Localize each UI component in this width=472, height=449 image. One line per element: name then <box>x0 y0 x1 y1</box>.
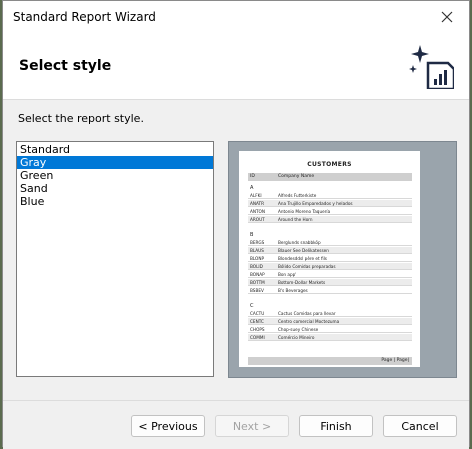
finish-button[interactable]: Finish <box>299 415 373 437</box>
previous-button[interactable]: < Previous <box>131 415 205 437</box>
close-icon <box>441 11 453 23</box>
table-row: BLONP Blondesddsl père et fils <box>248 255 412 262</box>
instruction-text: Select the report style. <box>18 112 144 125</box>
preview-report-title: CUSTOMERS <box>307 161 352 168</box>
group-header-b: B <box>250 232 254 238</box>
preview-page-footer: Page | Page| <box>248 357 412 365</box>
table-row: BSBEV B's Beverages <box>248 287 412 294</box>
group-header-a: A <box>250 185 254 191</box>
table-row: BOTTM Bottom-Dollar Markets <box>248 279 412 286</box>
table-row: CACTU Cactus Comidas para llevar <box>248 310 412 317</box>
wizard-header: Select style <box>3 33 469 100</box>
close-button[interactable] <box>425 1 469 33</box>
style-option-sand[interactable]: Sand <box>17 182 213 195</box>
preview-column-header: ID Company Name <box>248 173 412 181</box>
next-button[interactable]: Next > <box>215 415 289 437</box>
table-row: ANTON Antonio Moreno Taquería <box>248 208 412 215</box>
wizard-footer: < Previous Next > Finish Cancel <box>3 400 469 449</box>
table-row: BOLID Bólido Comidas preparadas <box>248 263 412 270</box>
column-company-label: Company Name <box>278 174 315 179</box>
table-row: BLAUS Blauer See Delikatessen <box>248 247 412 254</box>
title-bar: Standard Report Wizard <box>3 1 469 33</box>
table-row: BERGS Berglunds snabbköp <box>248 239 412 246</box>
style-option-green[interactable]: Green <box>17 169 213 182</box>
table-row: AROUT Around the Horn <box>248 216 412 223</box>
page-title: Select style <box>19 58 112 74</box>
group-header-c: C <box>250 303 254 309</box>
table-row: CHOPS Chop-suey Chinese <box>248 326 412 333</box>
style-option-blue[interactable]: Blue <box>17 195 213 208</box>
preview-page: CUSTOMERS ID Company Name A ALFKI Alfreds… <box>239 151 420 367</box>
style-option-gray[interactable]: Gray <box>17 156 213 169</box>
wizard-window: Standard Report Wizard Select style Sele… <box>2 0 470 449</box>
report-wizard-icon <box>409 45 454 89</box>
column-id-label: ID <box>250 174 255 179</box>
table-row: ANATR Ana Trujillo Emparedados y helados <box>248 200 412 207</box>
style-option-standard[interactable]: Standard <box>17 143 213 156</box>
table-row: CENTC Centro comercial Moctezuma <box>248 318 412 325</box>
table-row: BONAP Bon app' <box>248 271 412 278</box>
style-list[interactable]: Standard Gray Green Sand Blue <box>16 141 214 377</box>
table-row: COMMI Comércio Mineiro <box>248 334 412 341</box>
table-row: ALFKI Alfreds Futterkiste <box>248 192 412 199</box>
style-preview: CUSTOMERS ID Company Name A ALFKI Alfreds… <box>228 141 457 378</box>
window-title: Standard Report Wizard <box>13 10 156 24</box>
cancel-button[interactable]: Cancel <box>383 415 457 437</box>
